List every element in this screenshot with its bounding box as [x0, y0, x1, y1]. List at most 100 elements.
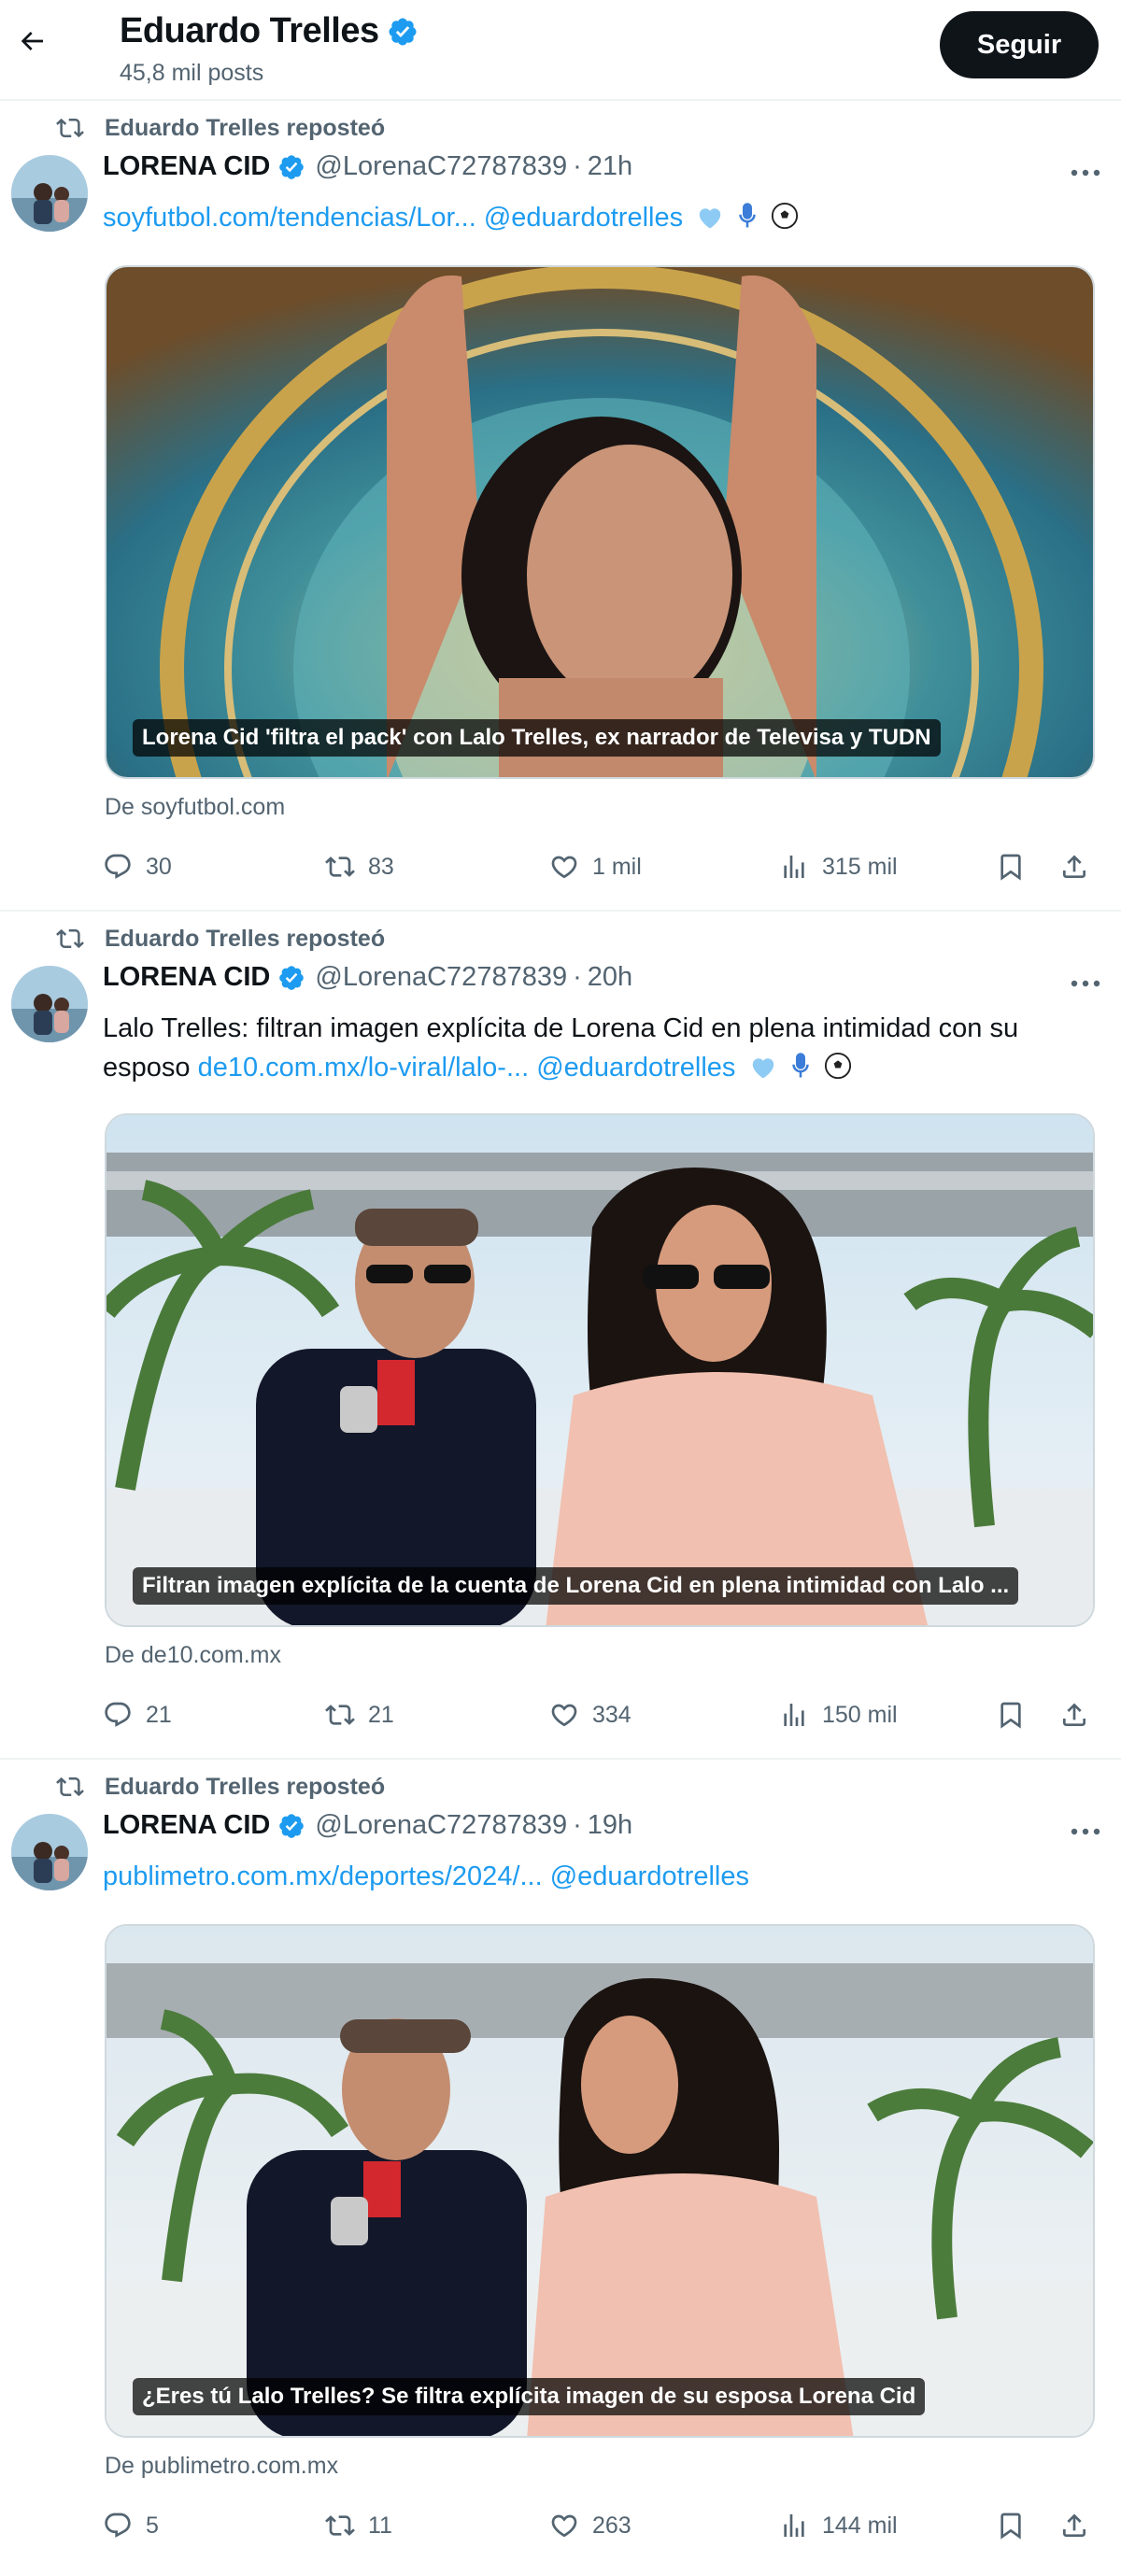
tweet-text: Lalo Trelles: filtran imagen explícita d… — [103, 1009, 1084, 1091]
bookmark-button[interactable] — [990, 1692, 1031, 1737]
card-image — [106, 1926, 1093, 2436]
author-name[interactable]: LORENA CID — [103, 962, 270, 993]
like-count: 263 — [592, 2512, 631, 2539]
tweet-link[interactable]: de10.com.mx/lo-viral/lalo-... — [198, 1053, 530, 1083]
repost-icon — [325, 856, 355, 877]
soccer-ball-emoji — [771, 202, 799, 241]
link-card[interactable]: ¿Eres tú Lalo Trelles? Se filtra explíci… — [105, 1924, 1095, 2438]
repost-indicator: Eduardo Trelles reposteó — [56, 114, 385, 142]
repost-icon — [56, 1776, 84, 1797]
timestamp[interactable]: 20h — [588, 962, 632, 993]
profile-header: Eduardo Trelles 45,8 mil posts Seguir — [0, 0, 1121, 101]
reply-button[interactable]: 5 — [103, 2503, 159, 2548]
card-caption: Lorena Cid 'filtra el pack' con Lalo Tre… — [133, 719, 941, 757]
like-button[interactable]: 1 mil — [549, 844, 642, 889]
like-icon — [551, 1704, 577, 1727]
bookmark-button[interactable] — [990, 844, 1031, 889]
reply-icon — [105, 1702, 131, 1727]
views-button[interactable]: 315 mil — [779, 844, 898, 889]
more-button[interactable] — [1067, 1818, 1104, 1846]
tweet[interactable]: Eduardo Trelles reposteó LORENA CID @Lor… — [0, 1760, 1121, 2576]
more-button[interactable] — [1067, 159, 1104, 187]
card-caption: Filtran imagen explícita de la cuenta de… — [133, 1567, 1019, 1605]
timestamp[interactable]: 19h — [588, 1810, 632, 1841]
card-caption: ¿Eres tú Lalo Trelles? Se filtra explíci… — [133, 2378, 926, 2415]
soccer-ball-emoji — [824, 1052, 852, 1091]
share-button[interactable] — [1054, 844, 1095, 889]
tweet-text: soyfutbol.com/tendencias/Lor... @eduardo… — [103, 198, 1084, 241]
verified-badge-icon — [279, 154, 305, 179]
tweet[interactable]: Eduardo Trelles reposteó LORENA CID @Lor… — [0, 101, 1121, 912]
author-name[interactable]: LORENA CID — [103, 151, 270, 182]
more-icon — [1071, 1828, 1100, 1835]
like-count: 334 — [592, 1701, 631, 1728]
microphone-emoji — [737, 202, 758, 241]
share-button[interactable] — [1054, 2503, 1095, 2548]
views-button[interactable]: 150 mil — [779, 1692, 898, 1737]
bookmark-icon — [1000, 854, 1021, 881]
tweet[interactable]: Eduardo Trelles reposteó LORENA CID @Lor… — [0, 912, 1121, 1760]
reply-button[interactable]: 21 — [103, 1692, 172, 1737]
views-count: 150 mil — [822, 1701, 898, 1728]
verified-badge-icon — [279, 1813, 305, 1838]
avatar[interactable] — [11, 155, 88, 232]
mention-link[interactable]: @eduardotrelles — [550, 1861, 749, 1891]
repost-indicator: Eduardo Trelles reposteó — [56, 1773, 385, 1801]
repost-button[interactable]: 21 — [325, 1692, 394, 1737]
action-bar: 30 83 1 mil 315 mil — [103, 844, 1106, 889]
post-count: 45,8 mil posts — [120, 60, 264, 86]
link-card[interactable]: Filtran imagen explícita de la cuenta de… — [105, 1113, 1095, 1627]
card-source[interactable]: De soyfutbol.com — [105, 794, 285, 821]
more-button[interactable] — [1067, 970, 1104, 998]
bookmark-icon — [1000, 2512, 1021, 2540]
views-count: 144 mil — [822, 2512, 898, 2539]
author-handle[interactable]: @LorenaC72787839 — [315, 151, 567, 182]
mention-link[interactable]: @eduardotrelles — [536, 1053, 735, 1083]
tweet-link[interactable]: soyfutbol.com/tendencias/Lor... — [103, 203, 476, 233]
author-handle[interactable]: @LorenaC72787839 — [315, 962, 567, 993]
verified-badge-icon — [279, 965, 305, 990]
back-button[interactable] — [11, 21, 52, 62]
bookmark-button[interactable] — [990, 2503, 1031, 2548]
repost-count: 21 — [368, 1701, 394, 1728]
views-button[interactable]: 144 mil — [779, 2503, 898, 2548]
author-row: LORENA CID @LorenaC72787839 · 21h — [103, 151, 1065, 182]
repost-icon — [325, 2515, 355, 2536]
repost-label: Eduardo Trelles reposteó — [105, 114, 386, 141]
tweet-link[interactable]: publimetro.com.mx/deportes/2024/... — [103, 1861, 543, 1891]
card-source[interactable]: De de10.com.mx — [105, 1642, 281, 1669]
views-icon — [784, 2514, 804, 2537]
author-handle[interactable]: @LorenaC72787839 — [315, 1810, 567, 1841]
like-icon — [551, 2514, 577, 2538]
action-bar: 21 21 334 150 mil — [103, 1692, 1106, 1737]
repost-icon — [325, 1705, 355, 1725]
link-card[interactable]: Lorena Cid 'filtra el pack' con Lalo Tre… — [105, 265, 1095, 779]
repost-button[interactable]: 11 — [325, 2503, 392, 2548]
repost-count: 11 — [368, 2512, 392, 2539]
card-source[interactable]: De publimetro.com.mx — [105, 2453, 338, 2480]
bookmark-icon — [1000, 1702, 1021, 1729]
author-row: LORENA CID @LorenaC72787839 · 19h — [103, 1810, 1065, 1841]
timestamp[interactable]: 21h — [588, 151, 632, 182]
mention-link[interactable]: @eduardotrelles — [484, 203, 683, 233]
reply-button[interactable]: 30 — [103, 844, 172, 889]
avatar[interactable] — [11, 966, 88, 1042]
card-image — [106, 1115, 1093, 1625]
follow-button[interactable]: Seguir — [940, 11, 1099, 78]
repost-count: 83 — [368, 853, 394, 880]
repost-button[interactable]: 83 — [325, 844, 394, 889]
repost-icon — [56, 928, 84, 949]
tweet-text: publimetro.com.mx/deportes/2024/... @edu… — [103, 1857, 1084, 1896]
like-button[interactable]: 334 — [549, 1692, 631, 1737]
reply-icon — [105, 854, 131, 879]
repost-label: Eduardo Trelles reposteó — [105, 1773, 386, 1800]
views-icon — [784, 856, 804, 878]
more-icon — [1071, 980, 1100, 987]
blue-heart-emoji — [696, 202, 724, 241]
avatar[interactable] — [11, 1814, 88, 1890]
like-button[interactable]: 263 — [549, 2503, 631, 2548]
views-count: 315 mil — [822, 853, 898, 880]
author-name[interactable]: LORENA CID — [103, 1810, 270, 1841]
profile-name-text: Eduardo Trelles — [120, 11, 379, 50]
share-button[interactable] — [1054, 1692, 1095, 1737]
